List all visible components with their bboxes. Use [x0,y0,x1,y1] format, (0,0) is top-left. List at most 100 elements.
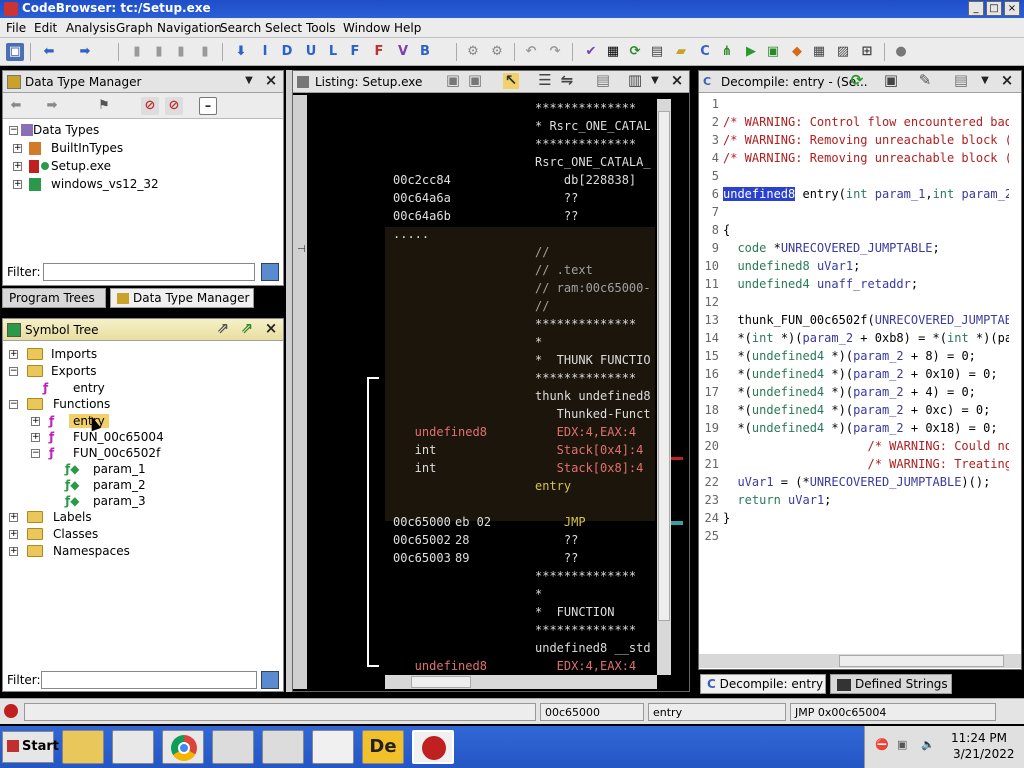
tab-data-type-manager[interactable]: Data Type Manager [110,288,254,308]
menu-navigation[interactable]: Navigation [157,21,222,35]
run-icon[interactable]: ▶ [742,43,760,61]
menu-window[interactable]: Window [343,21,390,35]
decompile-line[interactable]: uVar1 = (*UNRECOVERED_JUMPTABLE)(); [723,475,990,493]
close-button[interactable]: × [1004,1,1020,16]
menu-help[interactable]: Help [394,21,421,35]
collapse-icon[interactable]: – [199,97,217,115]
tab-defined-strings[interactable]: Defined Strings [830,674,952,694]
close-icon[interactable]: × [669,73,685,89]
decompile-line[interactable]: thunk_FUN_00c6502f(UNRECOVERED_JUMPTABLE… [723,313,1009,331]
filter-options-icon[interactable] [261,671,279,689]
diamond-icon[interactable]: ◆ [788,43,806,61]
listing-scrollbar-thumb[interactable] [658,111,670,621]
file-explorer-icon[interactable] [62,730,104,764]
paste-icon[interactable]: ▣ [467,73,483,89]
menu-select[interactable]: Select [265,21,302,35]
tab-decompile-entry[interactable]: C Decompile: entry × [700,674,839,694]
start-button[interactable]: Start [2,731,59,763]
forward-icon[interactable]: ➡ [76,43,94,61]
decompile-line[interactable]: undefined4 unaff_retaddr; [723,277,918,295]
table-icon[interactable]: ▦ [810,43,828,61]
prev-function-icon[interactable]: ▮ [128,43,146,61]
down-arrow-icon[interactable]: ⬇ [232,43,250,61]
menu-analysis[interactable]: Analysis [66,21,115,35]
export-icon[interactable]: ⇗ [239,321,255,337]
decompile-line[interactable]: /* WARNING: Removing unreachable block (… [723,133,1009,151]
error-icon[interactable] [4,704,18,718]
cursor-icon[interactable]: ↖ [503,73,519,89]
chevron-down-icon[interactable]: ▼ [647,73,663,89]
memory-icon[interactable]: ▤ [648,43,666,61]
expand-icon[interactable]: + [13,162,22,171]
close-icon[interactable]: × [999,73,1015,89]
decompile-line[interactable]: } [723,511,730,529]
refresh-icon[interactable]: ⟳ [849,73,865,89]
save-icon[interactable]: ▣ [6,43,24,61]
snapshot-icon[interactable]: ▤ [953,73,969,89]
folder-icon[interactable]: ▰ [672,43,690,61]
decompile-line[interactable]: *(undefined4 *)(param_2 + 0xc) = 0; [723,403,990,421]
copy-icon[interactable]: ▣ [883,73,899,89]
menu-graph[interactable]: Graph [116,21,153,35]
filter-icon[interactable]: ⊘ [141,97,159,115]
expand-icon[interactable]: + [9,530,18,539]
security-icon[interactable]: ⛔ [875,738,889,751]
menu-search[interactable]: Search [220,21,261,35]
next-function-icon[interactable]: F [346,43,364,61]
expand-icon[interactable]: + [13,144,22,153]
expand-icon[interactable]: + [9,513,18,522]
refresh-icon[interactable]: ⟳ [626,43,644,61]
options-icon[interactable]: ▥ [627,73,643,89]
archive-icon[interactable]: ⚑ [95,97,113,115]
next-data-icon[interactable]: D [278,43,296,61]
chevron-down-icon[interactable]: ▼ [977,73,993,89]
decompile-hscroll-thumb[interactable] [839,655,1004,667]
menu-file[interactable]: File [6,21,26,35]
decompile-line[interactable]: /* WARNING: Could not r [723,439,1009,457]
decompile-line[interactable]: *(undefined4 *)(param_2 + 0x10) = 0; [723,367,997,385]
data-type-filter-input[interactable] [43,263,255,281]
de-app-icon[interactable]: De [362,730,404,764]
ghidra-icon[interactable] [412,730,454,764]
clock-date[interactable]: 3/21/2022 [953,747,1015,761]
copy-icon[interactable]: ▣ [445,73,461,89]
export-icon[interactable]: ✎ [917,73,933,89]
prev-data-icon[interactable]: ▮ [150,43,168,61]
script-icon[interactable]: ▣ [764,43,782,61]
minimize-button[interactable]: _ [968,1,984,16]
decompile-line[interactable]: /* WARNING: Control flow encountered bad… [723,115,1009,133]
chess-icon[interactable] [262,730,304,764]
graph-icon[interactable]: ⋔ [718,43,736,61]
undo-icon[interactable]: ↶ [522,43,540,61]
expand-icon[interactable]: + [31,417,40,426]
prev-instruction-icon[interactable]: ▮ [172,43,190,61]
decompile-line[interactable]: *(undefined4 *)(param_2 + 8) = 0; [723,349,975,367]
diff-icon[interactable]: ⇋ [559,73,575,89]
collapse-icon[interactable]: − [9,126,18,135]
next-non-function-icon[interactable]: F [370,43,388,61]
decompile-line[interactable]: *(int *)(param_2 + 0xb8) = *(int *)(para… [723,331,1009,349]
next-instruction-icon[interactable]: I [256,43,274,61]
expand-icon[interactable]: + [9,547,18,556]
next-undefined-icon[interactable]: U [302,43,320,61]
decompile-line[interactable]: undefined8 entry(int param_1,int param_2… [723,187,1009,205]
expand-icon[interactable]: + [31,433,40,442]
decompile-code[interactable]: 1 2/* WARNING: Control flow encountered b… [699,95,1009,655]
filter-arrays-icon[interactable]: ⊘ [165,97,183,115]
collapse-icon[interactable]: − [9,400,18,409]
tab-program-trees[interactable]: Program Trees × [2,288,112,308]
decompile-line[interactable]: return uVar1; [723,493,831,511]
decompile-line[interactable]: /* WARNING: Treating in [723,457,1009,475]
next-label-icon[interactable]: L [324,43,342,61]
decompile-line[interactable]: *(undefined4 *)(param_2 + 4) = 0; [723,385,975,403]
prev-undefined-icon[interactable]: ▮ [196,43,214,61]
symbol-filter-input[interactable] [41,671,257,689]
help-icon[interactable]: ● [892,43,910,61]
settings-icon[interactable]: ⚙ [488,43,506,61]
splitter-handle-icon[interactable]: ⊣ [297,245,306,255]
chevron-down-icon[interactable]: ▼ [241,73,257,89]
decompile-line[interactable]: code *UNRECOVERED_JUMPTABLE; [723,241,939,259]
filter-options-icon[interactable] [261,263,279,281]
tree-icon[interactable]: ⊞ [858,43,876,61]
decompile-line[interactable]: undefined8 uVar1; [723,259,860,277]
